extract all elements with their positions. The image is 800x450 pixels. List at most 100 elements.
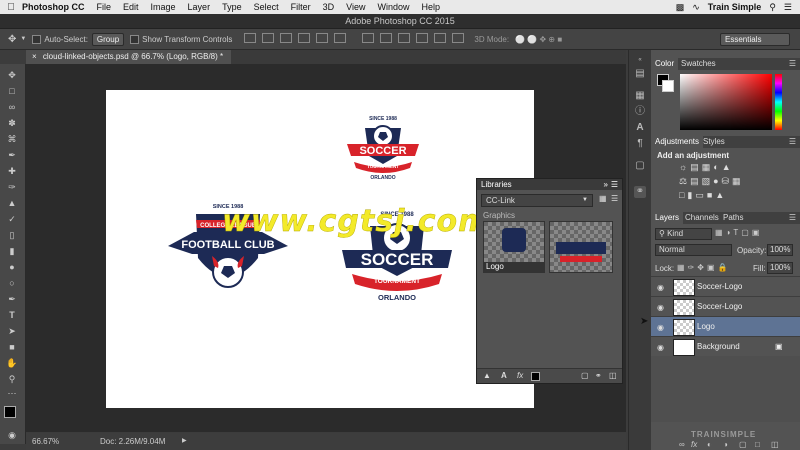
- layer-name[interactable]: Background: [697, 342, 740, 351]
- layer-mask-icon[interactable]: ◐: [707, 440, 712, 449]
- distribute-top-icon[interactable]: [362, 33, 375, 43]
- more-tools-icon[interactable]: ⋯: [6, 388, 18, 398]
- pen-icon[interactable]: ✒: [6, 294, 18, 304]
- hand-icon[interactable]: ✋: [6, 358, 18, 368]
- soccer-logo-small[interactable]: SINCE 1988 SOCCER TOURNAMENT ORLANDO: [344, 112, 422, 182]
- add-content-icon[interactable]: ▲: [483, 371, 491, 380]
- hue-slider[interactable]: [775, 74, 782, 130]
- menu-view[interactable]: View: [346, 2, 365, 12]
- tab-channels[interactable]: Channels: [681, 212, 723, 224]
- marquee-icon[interactable]: □: [6, 86, 18, 96]
- delete-layer-icon[interactable]: ◫: [771, 440, 779, 449]
- align-top-icon[interactable]: [244, 33, 257, 43]
- tab-paths[interactable]: Paths: [719, 212, 747, 224]
- menu-app-name[interactable]: Photoshop CC: [22, 2, 85, 12]
- zoom-icon[interactable]: ⚲: [6, 374, 18, 384]
- new-group-icon[interactable]: ▢: [739, 440, 747, 449]
- type-icon[interactable]: T: [6, 310, 18, 320]
- list-view-icon[interactable]: ☰: [611, 194, 618, 203]
- menu-file[interactable]: File: [97, 2, 112, 12]
- tab-layers[interactable]: Layers: [651, 212, 684, 224]
- close-tab-icon[interactable]: ×: [32, 52, 37, 61]
- show-transform-checkbox[interactable]: [130, 34, 140, 44]
- distribute-left-icon[interactable]: [416, 33, 429, 43]
- foreground-color-swatch[interactable]: [4, 406, 16, 418]
- apple-icon[interactable]: : [0, 2, 22, 13]
- color-picker-field[interactable]: [680, 74, 772, 130]
- path-select-icon[interactable]: ➤: [6, 326, 18, 336]
- gradient-icon[interactable]: ▮: [6, 246, 18, 256]
- fx-icon[interactable]: fx: [691, 440, 697, 449]
- library-item-soccer[interactable]: [549, 221, 613, 273]
- trash-icon[interactable]: ◫: [609, 371, 617, 380]
- auto-select-dropdown[interactable]: Group: [91, 32, 125, 46]
- history-brush-icon[interactable]: ✓: [6, 214, 18, 224]
- tab-color[interactable]: Color: [651, 58, 679, 70]
- add-color-icon[interactable]: [531, 372, 540, 381]
- menu-select[interactable]: Select: [254, 2, 279, 12]
- layer-name[interactable]: Logo: [697, 322, 715, 331]
- tool-preset-caret-icon[interactable]: ▼: [20, 36, 26, 42]
- panel-menu-icon[interactable]: ☰: [611, 179, 618, 190]
- rectangle-icon[interactable]: ■: [6, 342, 18, 352]
- collapse-dock-icon[interactable]: «: [634, 54, 646, 66]
- blend-mode-dropdown[interactable]: Normal: [655, 244, 732, 256]
- menu-image[interactable]: Image: [151, 2, 176, 12]
- display-icon[interactable]: ▩: [676, 2, 685, 13]
- stock-icon[interactable]: ▢: [581, 371, 589, 380]
- sync-icon[interactable]: ⚭: [595, 371, 602, 380]
- lasso-icon[interactable]: ∞: [6, 102, 18, 112]
- user-name[interactable]: Train Simple: [708, 2, 762, 12]
- status-arrow-icon[interactable]: ▶: [182, 437, 187, 444]
- libraries-dock-icon[interactable]: ⚭: [634, 186, 646, 198]
- history-icon[interactable]: ▦: [634, 90, 646, 102]
- menu-filter[interactable]: Filter: [291, 2, 311, 12]
- library-item-logo[interactable]: Logo: [483, 221, 545, 273]
- move-icon[interactable]: ✥: [6, 70, 18, 80]
- menu-window[interactable]: Window: [377, 2, 409, 12]
- new-layer-icon[interactable]: □: [755, 440, 760, 449]
- align-left-icon[interactable]: [298, 33, 311, 43]
- align-hcenter-icon[interactable]: [316, 33, 329, 43]
- eyedropper-icon[interactable]: ✒: [6, 150, 18, 160]
- visibility-eye-icon[interactable]: ◉: [657, 283, 664, 292]
- adjustment-icons-row-3[interactable]: □▮▭■▲: [679, 190, 727, 201]
- adjustment-icons-row-2[interactable]: ⚖▤▧●⛁▦: [679, 176, 744, 187]
- tab-styles[interactable]: Styles: [699, 136, 729, 148]
- distribute-bottom-icon[interactable]: [398, 33, 411, 43]
- fill-input[interactable]: 100%: [767, 262, 793, 274]
- zoom-level[interactable]: 66.67%: [32, 437, 59, 446]
- distribute-hcenter-icon[interactable]: [434, 33, 447, 43]
- layer-name[interactable]: Soccer-Logo: [697, 302, 742, 311]
- blur-icon[interactable]: ●: [6, 262, 18, 272]
- move-tool-icon[interactable]: ✥: [8, 34, 16, 45]
- visibility-eye-icon[interactable]: ◉: [657, 303, 664, 312]
- visibility-eye-icon[interactable]: ◉: [657, 343, 664, 352]
- document-tab[interactable]: × cloud-linked-objects.psd @ 66.7% (Logo…: [26, 50, 232, 64]
- lock-icons[interactable]: ▦✑✥▣🔒: [677, 263, 730, 272]
- document-canvas[interactable]: SINCE 1988 SOCCER TOURNAMENT ORLANDO SIN…: [106, 90, 534, 408]
- menu-list-icon[interactable]: ☰: [784, 2, 792, 13]
- character-icon[interactable]: A: [634, 122, 646, 134]
- tab-swatches[interactable]: Swatches: [677, 58, 720, 70]
- grid-view-icon[interactable]: ▦: [599, 194, 607, 203]
- color-panel-menu-icon[interactable]: ☰: [785, 58, 800, 70]
- layer-row[interactable]: ◉ Soccer-Logo: [651, 276, 800, 297]
- layer-filter-icons[interactable]: ▦◑T▢▣: [715, 228, 762, 237]
- align-vcenter-icon[interactable]: [262, 33, 275, 43]
- collapse-icon[interactable]: »: [604, 179, 608, 190]
- dodge-icon[interactable]: ○: [6, 278, 18, 288]
- eraser-icon[interactable]: ▯: [6, 230, 18, 240]
- auto-select-checkbox[interactable]: [32, 34, 42, 44]
- distribute-right-icon[interactable]: [452, 33, 465, 43]
- adjustment-layer-icon[interactable]: ◑: [723, 440, 728, 449]
- align-bottom-icon[interactable]: [280, 33, 293, 43]
- crop-icon[interactable]: ⌘: [6, 134, 18, 144]
- layer-name[interactable]: Soccer-Logo: [697, 282, 742, 291]
- add-text-icon[interactable]: A: [501, 371, 507, 380]
- libraries-tab[interactable]: Libraries: [481, 180, 512, 189]
- search-icon[interactable]: ⚲: [769, 2, 776, 13]
- menu-edit[interactable]: Edit: [123, 2, 139, 12]
- adjustment-icons-row-1[interactable]: ☼▤▦◐▲: [679, 162, 734, 173]
- menu-layer[interactable]: Layer: [188, 2, 211, 12]
